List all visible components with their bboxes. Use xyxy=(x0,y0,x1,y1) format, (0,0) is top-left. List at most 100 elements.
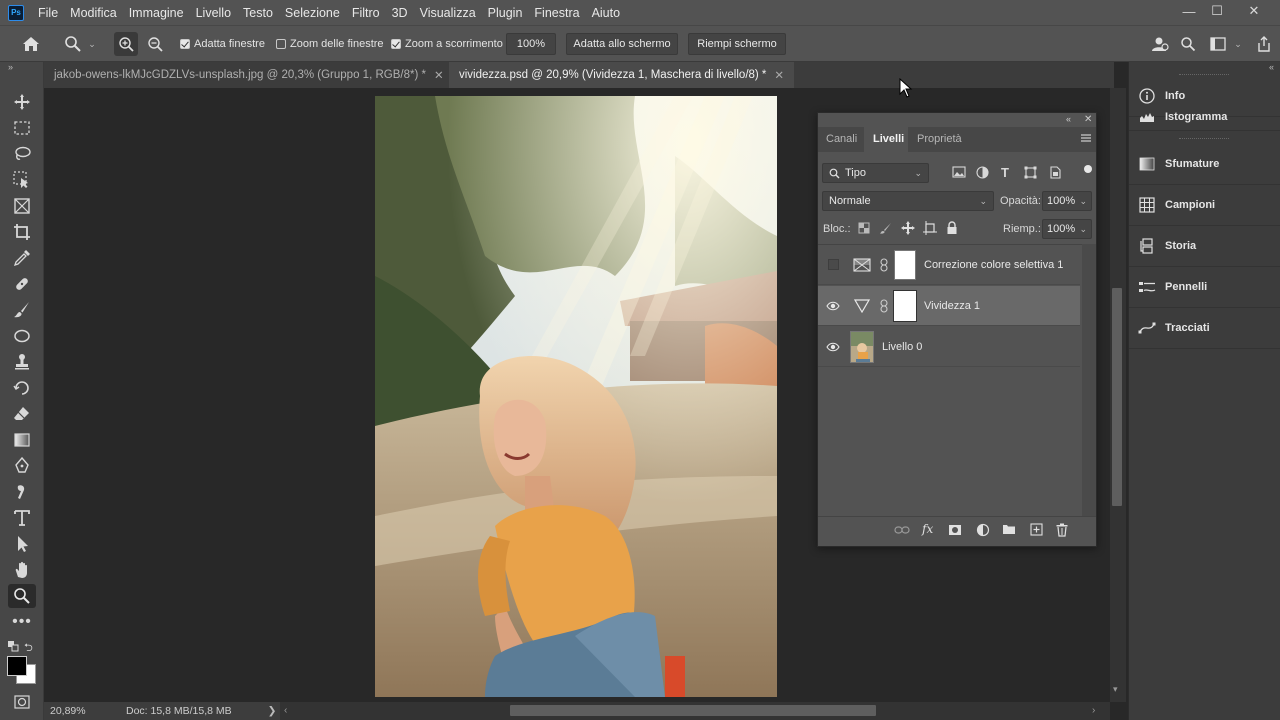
eraser-tool-icon[interactable] xyxy=(8,402,36,426)
more-tools-icon[interactable]: ••• xyxy=(8,610,36,634)
tab-livelli[interactable]: Livelli xyxy=(873,128,904,150)
layer-row-vividezza[interactable]: Vividezza 1 xyxy=(818,286,1080,326)
close-tab-icon[interactable]: ✕ xyxy=(434,68,444,82)
chevron-down-icon[interactable]: ⌄ xyxy=(86,38,98,50)
filter-shape-icon[interactable] xyxy=(1024,166,1038,180)
dock-item-sfumature[interactable]: Sfumature xyxy=(1129,144,1280,185)
ellipse-tool-icon[interactable] xyxy=(8,324,36,348)
lock-transparent-icon[interactable] xyxy=(858,222,870,234)
lasso-tool-icon[interactable] xyxy=(8,142,36,166)
collapse-panel-icon[interactable]: « xyxy=(1066,114,1071,124)
filter-toggle-switch[interactable] xyxy=(1084,165,1092,173)
pen-tool-icon[interactable] xyxy=(8,454,36,478)
riempi-schermo-button[interactable]: Riempi schermo xyxy=(688,33,786,55)
visibility-toggle[interactable] xyxy=(818,301,848,311)
checkbox-checked[interactable] xyxy=(391,39,401,49)
eye-icon[interactable] xyxy=(826,301,840,311)
horizontal-scroll-thumb[interactable] xyxy=(510,705,876,716)
adatta-allo-schermo-button[interactable]: Adatta allo schermo xyxy=(566,33,678,55)
crop-tool-icon[interactable] xyxy=(8,220,36,244)
layer-mask-thumbnail[interactable] xyxy=(894,249,916,280)
default-colors-icon[interactable] xyxy=(7,640,19,652)
zoom-delle-finestre-checkbox[interactable]: Zoom delle finestre xyxy=(276,38,384,50)
zoom-tool-icon[interactable] xyxy=(62,34,84,54)
path-selection-tool-icon[interactable] xyxy=(8,532,36,556)
menu-aiuto[interactable]: Aiuto xyxy=(592,6,621,20)
filter-type-icon[interactable]: T xyxy=(1001,165,1009,180)
vertical-scrollbar[interactable]: ▾ xyxy=(1110,88,1126,702)
zoom-level-readout[interactable]: 20,89% xyxy=(50,705,110,717)
clone-stamp-tool-icon[interactable] xyxy=(8,350,36,374)
share-user-icon[interactable] xyxy=(1150,35,1170,53)
frame-tool-icon[interactable] xyxy=(8,194,36,218)
scroll-left-icon[interactable]: ‹ xyxy=(284,705,287,716)
tab-proprieta[interactable]: Proprietà xyxy=(917,128,962,150)
layer-filter-select[interactable]: Tipo ⌄ xyxy=(822,163,929,183)
link-layers-icon[interactable] xyxy=(894,524,910,539)
dock-item-istogramma[interactable]: Istogramma xyxy=(1129,104,1280,131)
horizontal-scrollbar[interactable]: ‹ › xyxy=(280,702,1110,720)
tab-vividezza[interactable]: vividezza.psd @ 20,9% (Vividezza 1, Masc… xyxy=(449,62,795,88)
link-chain-icon[interactable] xyxy=(876,257,892,272)
eyedropper-tool-icon[interactable] xyxy=(8,246,36,270)
home-icon[interactable] xyxy=(20,34,42,54)
hidden-visibility-box[interactable] xyxy=(827,259,839,270)
checkbox-unchecked[interactable] xyxy=(276,39,286,49)
quick-mask-icon[interactable] xyxy=(8,690,36,714)
menu-finestra[interactable]: Finestra xyxy=(534,6,579,20)
new-layer-icon[interactable] xyxy=(1030,523,1043,539)
filter-pixel-icon[interactable] xyxy=(952,166,966,180)
zoom-tool-icon[interactable] xyxy=(8,584,36,608)
layers-scrollbar[interactable] xyxy=(1082,244,1096,516)
new-adjustment-layer-icon[interactable] xyxy=(976,523,990,540)
close-panel-icon[interactable]: ✕ xyxy=(1084,114,1092,125)
dock-item-campioni[interactable]: Campioni xyxy=(1129,185,1280,226)
object-selection-tool-icon[interactable] xyxy=(8,168,36,192)
vertical-scroll-thumb[interactable] xyxy=(1112,288,1122,506)
healing-brush-tool-icon[interactable] xyxy=(8,272,36,296)
zoom-a-scorrimento-checkbox[interactable]: Zoom a scorrimento xyxy=(391,38,503,50)
menu-selezione[interactable]: Selezione xyxy=(285,6,340,20)
tab-jakob-owens[interactable]: jakob-owens-lkMJcGDZLVs-unsplash.jpg @ 2… xyxy=(44,62,454,88)
fx-layer-style-icon[interactable]: fx xyxy=(922,522,933,536)
search-icon[interactable] xyxy=(1178,35,1198,53)
menu-file[interactable]: File xyxy=(38,6,58,20)
lock-all-icon[interactable] xyxy=(946,221,958,235)
visibility-toggle[interactable] xyxy=(818,342,848,352)
delete-layer-trash-icon[interactable] xyxy=(1056,523,1068,540)
close-tab-icon[interactable]: ✕ xyxy=(774,68,784,82)
new-group-folder-icon[interactable] xyxy=(1002,523,1016,538)
chevron-down-icon[interactable]: ⌄ xyxy=(1232,38,1244,50)
blend-mode-select[interactable]: Normale ⌄ xyxy=(822,191,994,211)
type-tool-icon[interactable] xyxy=(8,506,36,530)
lock-image-icon[interactable] xyxy=(880,222,892,234)
menu-testo[interactable]: Testo xyxy=(243,6,273,20)
menu-livello[interactable]: Livello xyxy=(196,6,231,20)
history-brush-tool-icon[interactable] xyxy=(8,376,36,400)
swap-colors-icon[interactable]: ⮌ xyxy=(24,639,38,654)
add-mask-icon[interactable] xyxy=(948,524,962,539)
lock-position-icon[interactable] xyxy=(901,221,915,235)
smudge-tool-icon[interactable] xyxy=(8,480,36,504)
menu-visualizza[interactable]: Visualizza xyxy=(420,6,476,20)
layer-row-correzione[interactable]: Correzione colore selettiva 1 xyxy=(818,245,1080,285)
marquee-tool-icon[interactable] xyxy=(8,116,36,140)
menu-plugin[interactable]: Plugin xyxy=(488,6,523,20)
menu-3d[interactable]: 3D xyxy=(392,6,408,20)
document-image[interactable] xyxy=(375,96,777,697)
brush-tool-icon[interactable] xyxy=(8,298,36,322)
filter-smart-object-icon[interactable] xyxy=(1049,166,1063,180)
eye-icon[interactable] xyxy=(826,342,840,352)
visibility-toggle[interactable] xyxy=(818,259,848,270)
zoom-percent-field[interactable]: 100% xyxy=(506,33,556,55)
filter-adjustment-icon[interactable] xyxy=(976,166,990,180)
maximize-button[interactable]: ☐ xyxy=(1200,0,1234,22)
collapse-toolbar-icon[interactable]: » xyxy=(8,62,13,72)
collapse-dock-icon[interactable]: « xyxy=(1269,62,1274,72)
layer-thumbnail[interactable] xyxy=(850,330,874,363)
panel-menu-icon[interactable] xyxy=(1080,133,1092,143)
layer-mask-thumbnail-selected[interactable] xyxy=(893,289,917,322)
workspace-icon[interactable] xyxy=(1208,35,1228,53)
fill-field[interactable]: 100% ⌄ xyxy=(1042,219,1092,239)
gradient-tool-icon[interactable] xyxy=(8,428,36,452)
